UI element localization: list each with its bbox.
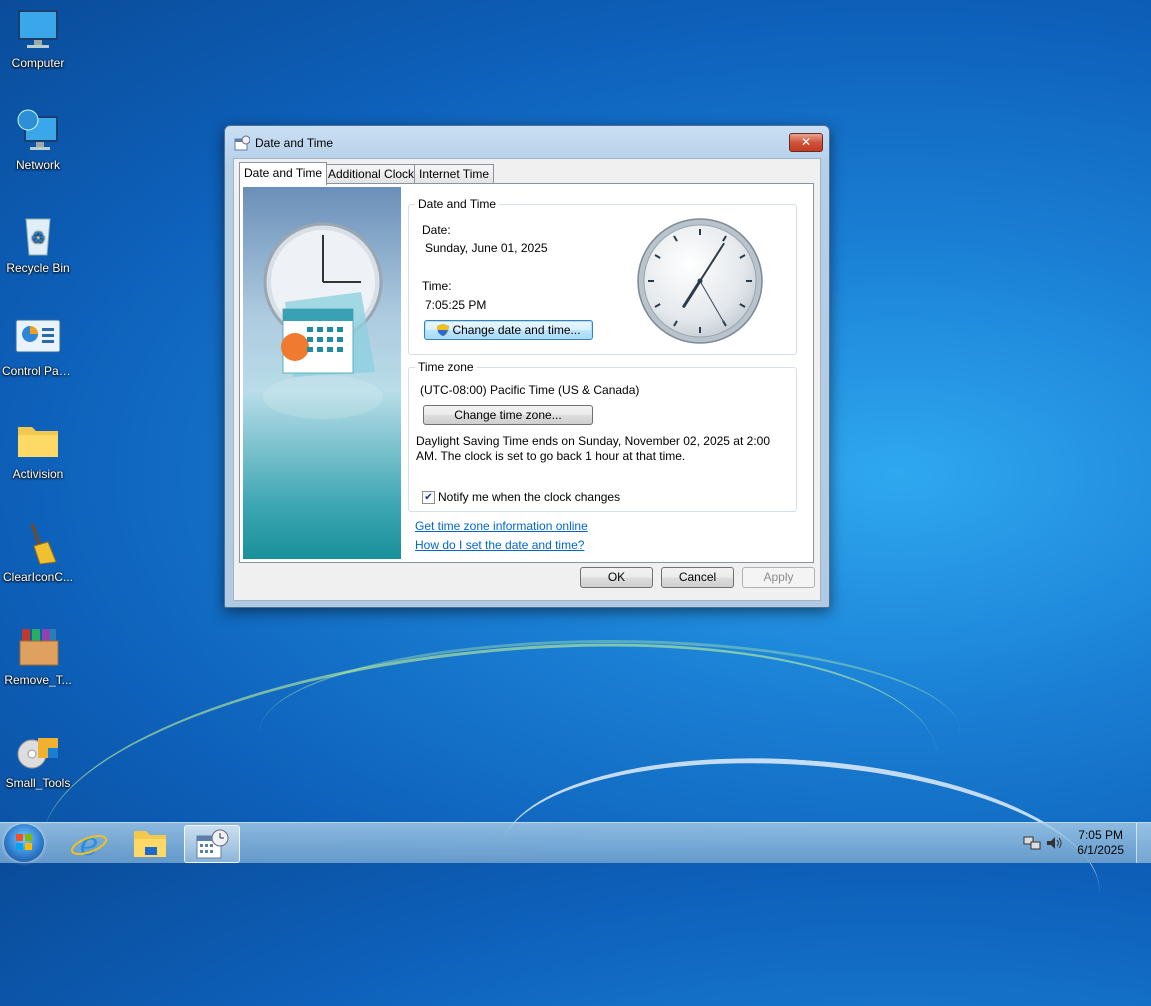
apply-button[interactable]: Apply [742,567,815,588]
tray-clock[interactable]: 7:05 PM 6/1/2025 [1077,828,1124,858]
time-label: Time: [422,279,452,293]
uac-shield-icon [436,323,450,343]
window-title: Date and Time [255,136,334,150]
window-client: Date and Time Additional Clocks Internet… [233,158,821,601]
desktop-icon-control-panel[interactable]: Control Panel [0,314,76,378]
internet-explorer-icon: e [70,825,108,863]
tab-additional-clocks[interactable]: Additional Clocks [323,164,426,183]
computer-icon [14,6,62,54]
broom-icon [14,520,62,568]
volume-tray-icon[interactable] [1045,835,1063,854]
calendar-clock-icon [196,829,229,859]
dst-info-line-1: Daylight Saving Time ends on Sunday, Nov… [416,434,770,448]
date-time-group: Date and Time Date: Sunday, June 01, 202… [408,197,797,355]
taskbar-file-explorer[interactable] [123,825,177,861]
desktop-icon-small-tools[interactable]: Small_Tools [0,726,76,790]
date-time-window: Date and Time ✕ Date and Time Additional… [224,125,830,608]
change-date-time-label: Change date and time... [452,323,581,337]
desktop-icon-label: Small_Tools [5,776,71,790]
network-icon [14,108,62,156]
time-zone-group: Time zone (UTC-08:00) Pacific Time (US &… [408,360,797,512]
time-value: 7:05:25 PM [425,298,487,312]
desktop-icon-label: Remove_T... [4,673,72,687]
taskbar-internet-explorer[interactable]: e [62,825,116,863]
desktop-icon-label: Network [15,158,60,172]
installer-icon [14,726,62,774]
date-value: Sunday, June 01, 2025 [425,241,548,255]
desktop-icon-activision[interactable]: Activision [0,417,76,481]
time-zone-value: (UTC-08:00) Pacific Time (US & Canada) [420,383,640,397]
network-tray-icon[interactable] [1023,835,1041,854]
calendar-clock-icon [234,135,251,151]
notify-checkbox[interactable]: ✔ [422,491,435,504]
clock-calendar-illustration [263,222,383,419]
svg-text:♻: ♻ [31,230,45,247]
clock-center [697,278,703,284]
window-titlebar[interactable]: Date and Time ✕ [225,126,829,158]
dst-info-line-2: AM. The clock is set to go back 1 hour a… [416,449,686,463]
tab-date-and-time[interactable]: Date and Time [239,162,328,185]
tray-date: 6/1/2025 [1077,843,1124,857]
desktop-icon-label: Computer [11,56,65,70]
archive-icon [14,623,62,671]
date-time-banner-image [243,187,401,559]
desktop-icon-remove-t[interactable]: Remove_T... [0,623,76,687]
how-to-link[interactable]: How do I set the date and time? [415,538,584,552]
desktop-icon-computer[interactable]: Computer [0,6,76,70]
tab-internet-time[interactable]: Internet Time [414,164,495,183]
desktop-icon-label: Control Panel [2,364,75,378]
cancel-button[interactable]: Cancel [661,567,734,588]
recycle-bin-icon: ♻ [14,211,62,259]
date-label: Date: [422,223,451,237]
tz-info-link[interactable]: Get time zone information online [415,519,588,533]
change-date-time-button[interactable]: Change date and time... [424,320,593,340]
time-zone-group-title: Time zone [415,360,477,374]
tab-panel: Date and Time Date: Sunday, June 01, 202… [239,183,814,563]
desktop-icon-label: ClearIconC... [2,570,74,584]
desktop-icon-label: Recycle Bin [6,261,70,275]
change-time-zone-button[interactable]: Change time zone... [423,405,593,425]
svg-text:e: e [80,825,99,861]
show-desktop-button[interactable] [1136,823,1151,863]
tray-time: 7:05 PM [1078,828,1123,842]
date-time-group-title: Date and Time [415,197,500,211]
file-explorer-icon [134,831,166,857]
desktop-icon-clearicon[interactable]: ClearIconC... [0,520,76,584]
analog-clock [637,218,763,344]
notify-label[interactable]: Notify me when the clock changes [438,490,620,504]
desktop-icon-recycle-bin[interactable]: ♻ Recycle Bin [0,211,76,275]
folder-icon [14,417,62,465]
windows-logo-icon [16,834,32,850]
start-button[interactable] [4,824,44,862]
taskbar: e 7:05 PM 6/1/2025 [0,822,1151,863]
desktop-icon-network[interactable]: Network [0,108,76,172]
ok-button[interactable]: OK [580,567,653,588]
control-panel-icon [14,314,62,362]
desktop-icon-label: Activision [12,467,64,481]
close-button[interactable]: ✕ [789,133,823,152]
taskbar-date-and-time[interactable] [184,825,240,863]
